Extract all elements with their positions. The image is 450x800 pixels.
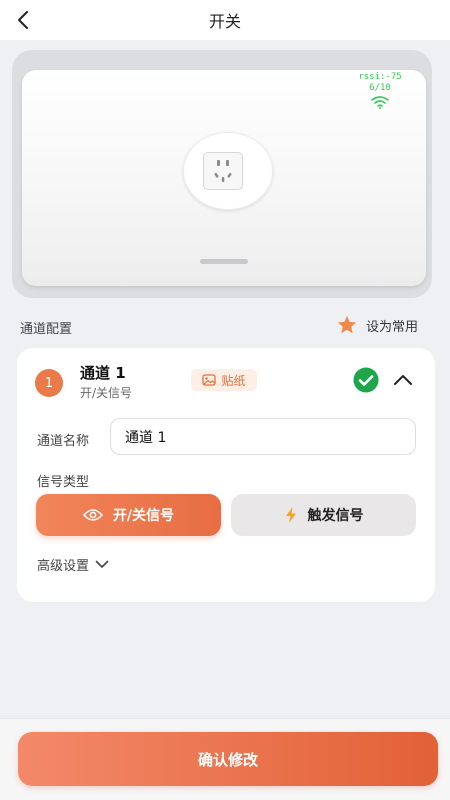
sticker-label: 贴纸 xyxy=(221,373,246,388)
channel-number-badge: 1 xyxy=(35,369,63,397)
channel-subtitle: 开/关信号 xyxy=(80,386,133,400)
trigger-signal-button[interactable]: 触发信号 xyxy=(231,494,416,536)
channel-name-input[interactable] xyxy=(110,418,416,455)
signal-indicator: rssi:-75 6/10 xyxy=(352,72,408,109)
section-title: 通道配置 xyxy=(20,322,73,337)
confirm-button[interactable]: 确认修改 xyxy=(18,732,438,786)
set-favorite-button[interactable]: 设为常用 xyxy=(336,313,418,337)
signal-type-label: 信号类型 xyxy=(37,475,90,490)
set-favorite-label: 设为常用 xyxy=(366,319,419,335)
collapse-button[interactable] xyxy=(390,367,416,393)
advanced-settings-label: 高级设置 xyxy=(37,558,90,574)
onoff-signal-label: 开/关信号 xyxy=(112,508,175,524)
onoff-signal-button[interactable]: 开/关信号 xyxy=(36,494,221,536)
image-icon xyxy=(202,374,217,386)
page-title: 开关 xyxy=(208,12,241,31)
channel-title: 通道 1 xyxy=(80,364,126,382)
check-circle-icon xyxy=(353,367,379,393)
chevron-down-icon xyxy=(95,560,109,568)
channel-name-label: 通道名称 xyxy=(37,434,90,449)
rssi-value: rssi:-75 xyxy=(358,72,402,82)
header-bar: 开关 xyxy=(0,0,450,40)
trigger-signal-label: 触发信号 xyxy=(307,508,364,524)
wifi-icon xyxy=(371,96,389,109)
signal-level: 6/10 xyxy=(369,83,391,93)
lightning-icon xyxy=(285,507,296,523)
advanced-settings-toggle[interactable]: 高级设置 xyxy=(37,553,109,575)
eye-icon xyxy=(82,509,103,521)
sticker-button[interactable]: 贴纸 xyxy=(191,369,257,391)
power-socket-icon xyxy=(203,152,243,190)
star-icon xyxy=(337,315,357,334)
device-handle xyxy=(200,259,248,264)
chevron-up-icon xyxy=(394,375,412,385)
